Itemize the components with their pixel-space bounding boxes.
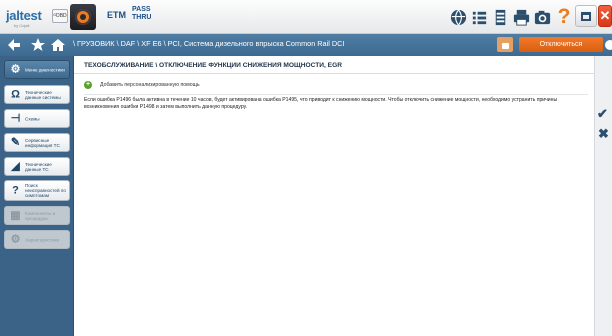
database-icon[interactable] (489, 6, 511, 28)
maximize-icon (581, 11, 591, 21)
cancel-x-icon[interactable]: ✖ (598, 126, 609, 142)
procedure-description: Если ошибка P1496 была активна в течение… (84, 97, 558, 110)
obd-label: ᴳOBD (53, 13, 67, 19)
lock-icon[interactable] (497, 37, 513, 52)
sidebar-item-label: Поиск неисправностей по симптомам (25, 182, 66, 199)
content-header: ТЕХОБСЛУЖИВАНИЕ \ ОТКЛЮЧЕНИЕ ФУНКЦИИ СНИ… (74, 56, 594, 74)
page-title: ТЕХОБСЛУЖИВАНИЕ \ ОТКЛЮЧЕНИЕ ФУНКЦИИ СНИ… (84, 62, 342, 69)
close-icon: ✕ (599, 8, 611, 23)
sidebar-item-diagnostics-menu[interactable]: ⚙ Меню диагностики (4, 60, 70, 79)
etm-button[interactable]: ETM (107, 10, 126, 20)
sidebar-item-label: Сервисные информация ТС (25, 137, 60, 148)
schematic-icon: ⊣ (10, 112, 21, 124)
sidebar-item-label: Технические данные системы (25, 89, 61, 100)
pass-label: PASS (132, 6, 151, 13)
help-icon[interactable]: ? (553, 5, 575, 28)
sidebar-item-system-technical-data[interactable]: Ω Технические данные системы (4, 85, 70, 104)
gear-icon (75, 9, 91, 25)
diagnostics-icon: ⚙ (10, 63, 21, 75)
sidebar-item-components-procedures: ▦ Компоненты и процедуры (4, 206, 70, 225)
sidebar-item-vehicle-technical-data[interactable]: ◢ Технические данные ТС (4, 157, 70, 176)
maximize-button[interactable] (575, 5, 597, 27)
obd-button[interactable]: ᴳOBD (52, 9, 68, 23)
top-toolbar: jaltest by Cojali ᴳOBD ETM PASS THRU ? ✕ (0, 0, 612, 34)
omega-icon: Ω (11, 88, 20, 100)
sidebar-item-label: Схемы (25, 115, 40, 121)
sidebar-item-label: Технические данные ТС (25, 161, 52, 172)
disconnect-button[interactable]: Отключиться (519, 37, 603, 52)
camera-icon[interactable] (531, 6, 553, 28)
specs-icon: ⚙ (10, 233, 21, 245)
jaltest-logo: jaltest by Cojali (6, 6, 50, 28)
service-icon: ✎ (10, 136, 21, 148)
confirm-check-icon[interactable]: ✔ (597, 106, 608, 122)
favorite-star-icon[interactable] (30, 37, 46, 53)
sidebar-item-specifications: ⚙ Характеристики (4, 230, 70, 249)
add-custom-help-label: Добавить персонализированную помощь (100, 82, 200, 88)
sidebar-item-symptom-troubleshooting[interactable]: ? Поиск неисправностей по симптомам (4, 180, 70, 201)
plus-icon: + (84, 81, 92, 89)
sidebar-item-label: Характеристики (25, 236, 60, 242)
print-icon[interactable] (510, 6, 532, 28)
navigation-bar: \ ГРУЗОВИК \ DAF \ XF E6 \ PCI, Система … (0, 34, 612, 56)
sidebar-item-service-info[interactable]: ✎ Сервисные информация ТС (4, 133, 70, 152)
vehicle-icon: ◢ (11, 160, 20, 172)
breadcrumb: \ ГРУЗОВИК \ DAF \ XF E6 \ PCI, Система … (73, 39, 345, 48)
home-icon[interactable] (50, 37, 66, 53)
logo-subtext: by Cojali (14, 23, 30, 28)
sidebar-item-schematics[interactable]: ⊣ Схемы (4, 109, 70, 128)
divider (84, 94, 588, 95)
globe-icon[interactable] (447, 6, 469, 28)
components-icon: ▦ (10, 209, 21, 221)
status-indicator-icon (605, 40, 612, 50)
back-arrow-icon[interactable] (6, 37, 22, 53)
troubleshoot-icon: ? (12, 184, 19, 196)
sidebar-item-label: Меню диагностики (25, 66, 65, 72)
pass-thru-button[interactable]: PASS THRU (132, 6, 151, 22)
diagnosis-gear-button[interactable] (70, 4, 96, 30)
logo-text: jaltest (6, 8, 42, 23)
thru-label: THRU (132, 14, 152, 21)
sidebar-item-label: Компоненты и процедуры (25, 210, 56, 221)
list-icon[interactable] (468, 6, 490, 28)
close-button[interactable]: ✕ (598, 5, 612, 27)
action-strip: ✔ ✖ (594, 56, 612, 336)
sidebar: ⚙ Меню диагностики Ω Технические данные … (0, 56, 74, 336)
